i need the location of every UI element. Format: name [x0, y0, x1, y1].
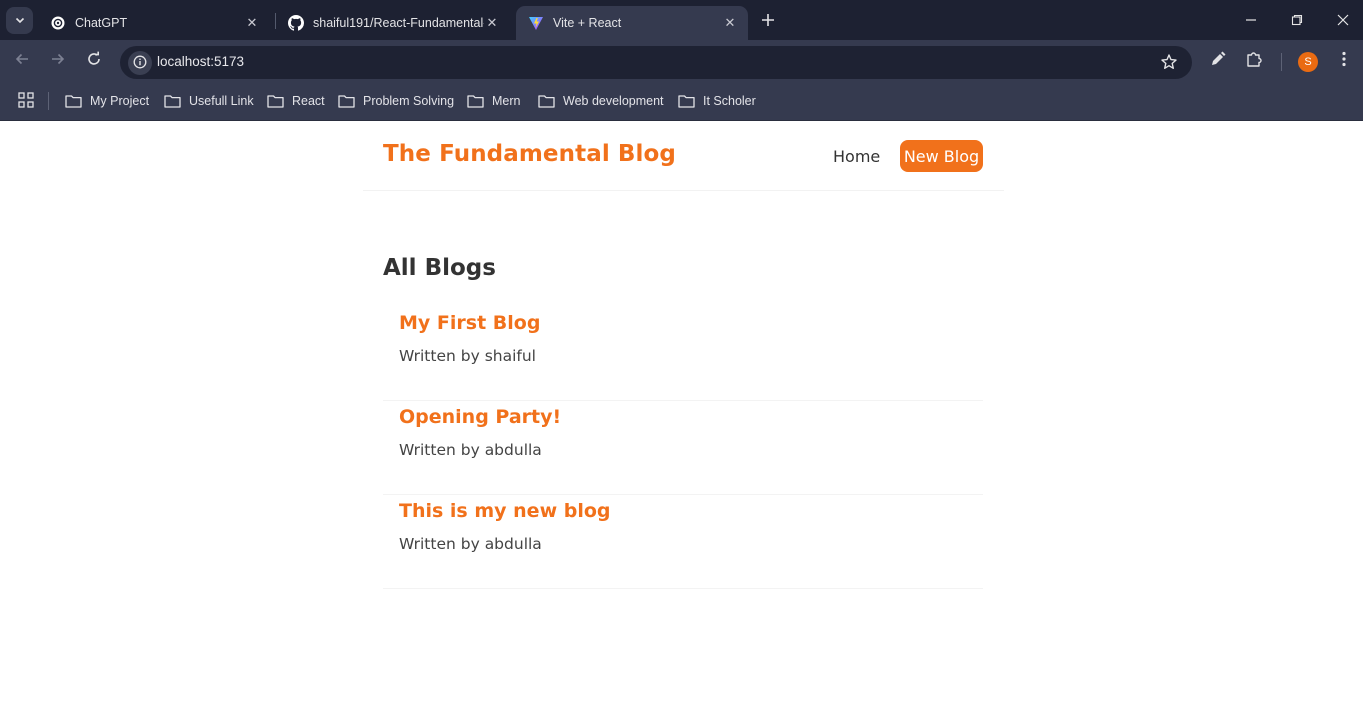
blog-preview[interactable]: My First Blog Written by shaiful: [383, 307, 983, 401]
vite-icon: [528, 15, 544, 31]
blog-title[interactable]: Opening Party!: [399, 406, 561, 428]
arrow-right-icon: [50, 51, 66, 71]
profile-avatar[interactable]: S: [1298, 52, 1318, 72]
minimize-button[interactable]: [1239, 10, 1263, 30]
browser-toolbar: localhost:5173 S: [0, 40, 1363, 82]
bookmark-label: Usefull Link: [189, 94, 254, 108]
window-close-button[interactable]: [1331, 10, 1355, 30]
close-icon[interactable]: ✕: [722, 15, 738, 31]
bookmark-label: React: [292, 94, 325, 108]
bookmarks-bar: My Project Usefull Link React Problem So…: [0, 82, 1363, 121]
web-page: The Fundamental Blog Home New Blog All B…: [0, 121, 1363, 720]
tab-github[interactable]: shaiful191/React-Fundamental- ✕: [276, 6, 510, 40]
folder-icon: [467, 95, 484, 108]
blog-title[interactable]: My First Blog: [399, 312, 540, 334]
tab-title: Vite + React: [553, 16, 622, 30]
chatgpt-icon: [50, 15, 66, 31]
bookmark-folder[interactable]: Mern: [467, 91, 520, 111]
tab-vite-react[interactable]: Vite + React ✕: [516, 6, 748, 40]
blog-list: My First Blog Written by shaiful Opening…: [383, 307, 983, 589]
back-button[interactable]: [11, 50, 33, 72]
more-vert-icon: [1342, 51, 1346, 71]
blog-preview[interactable]: This is my new blog Written by abdulla: [383, 495, 983, 589]
blog-author: Written by abdulla: [399, 535, 542, 553]
bookmark-folder[interactable]: My Project: [65, 91, 149, 111]
blog-preview[interactable]: Opening Party! Written by abdulla: [383, 401, 983, 495]
eyedropper-icon: [1209, 50, 1227, 72]
url-text[interactable]: localhost:5173: [157, 54, 244, 69]
star-icon[interactable]: [1160, 53, 1178, 71]
bookmark-label: Problem Solving: [363, 94, 455, 108]
address-bar[interactable]: localhost:5173: [120, 46, 1192, 79]
github-icon: [288, 15, 304, 31]
puzzle-icon: [1245, 50, 1263, 72]
tab-strip: ChatGPT ✕ shaiful191/React-Fundamental- …: [0, 0, 1363, 40]
bookmark-label: Mern: [492, 94, 521, 108]
bookmarks-separator: [48, 92, 49, 110]
chevron-down-icon: [14, 11, 26, 30]
bookmark-folder[interactable]: Web development: [538, 91, 664, 111]
bookmark-label: Web development: [563, 94, 664, 108]
browser-menu-button[interactable]: [1334, 51, 1354, 71]
minimize-icon: [1245, 11, 1257, 30]
close-icon: [1337, 11, 1349, 30]
blog-title[interactable]: This is my new blog: [399, 500, 611, 522]
apps-grid-icon[interactable]: [18, 92, 34, 108]
tab-chatgpt[interactable]: ChatGPT ✕: [38, 6, 270, 40]
toolbar-separator: [1281, 53, 1282, 71]
close-icon[interactable]: ✕: [244, 15, 260, 31]
reload-button[interactable]: [83, 50, 105, 72]
reload-icon: [86, 51, 102, 71]
folder-icon: [164, 95, 181, 108]
new-tab-button[interactable]: [757, 9, 779, 31]
site-navbar: The Fundamental Blog Home New Blog: [363, 121, 1004, 191]
info-icon: [133, 54, 147, 73]
folder-icon: [267, 95, 284, 108]
folder-icon: [678, 95, 695, 108]
page-title: All Blogs: [383, 255, 496, 281]
bookmark-folder[interactable]: React: [267, 91, 325, 111]
tab-search-button[interactable]: [6, 7, 33, 34]
tab-title: ChatGPT: [75, 16, 128, 30]
close-icon[interactable]: ✕: [484, 15, 500, 31]
site-brand: The Fundamental Blog: [383, 141, 676, 167]
site-info-button[interactable]: [128, 51, 152, 75]
forward-button[interactable]: [47, 50, 69, 72]
folder-icon: [65, 95, 82, 108]
restore-icon: [1291, 11, 1303, 30]
new-blog-button[interactable]: New Blog: [900, 140, 983, 172]
restore-button[interactable]: [1285, 10, 1309, 30]
folder-icon: [338, 95, 355, 108]
blog-author: Written by shaiful: [399, 347, 536, 365]
arrow-left-icon: [14, 51, 30, 71]
bookmark-folder[interactable]: Problem Solving: [338, 91, 454, 111]
plus-icon: [761, 8, 775, 32]
bookmark-label: My Project: [90, 94, 150, 108]
tab-title: shaiful191/React-Fundamental-: [313, 16, 484, 30]
folder-icon: [538, 95, 555, 108]
bookmark-label: It Scholer: [703, 94, 756, 108]
extensions-button[interactable]: [1244, 51, 1264, 71]
bookmark-folder[interactable]: It Scholer: [678, 91, 756, 111]
nav-link-home[interactable]: Home: [833, 147, 880, 166]
bookmark-folder[interactable]: Usefull Link: [164, 91, 254, 111]
blog-author: Written by abdulla: [399, 441, 542, 459]
eyedropper-extension[interactable]: [1208, 51, 1228, 71]
